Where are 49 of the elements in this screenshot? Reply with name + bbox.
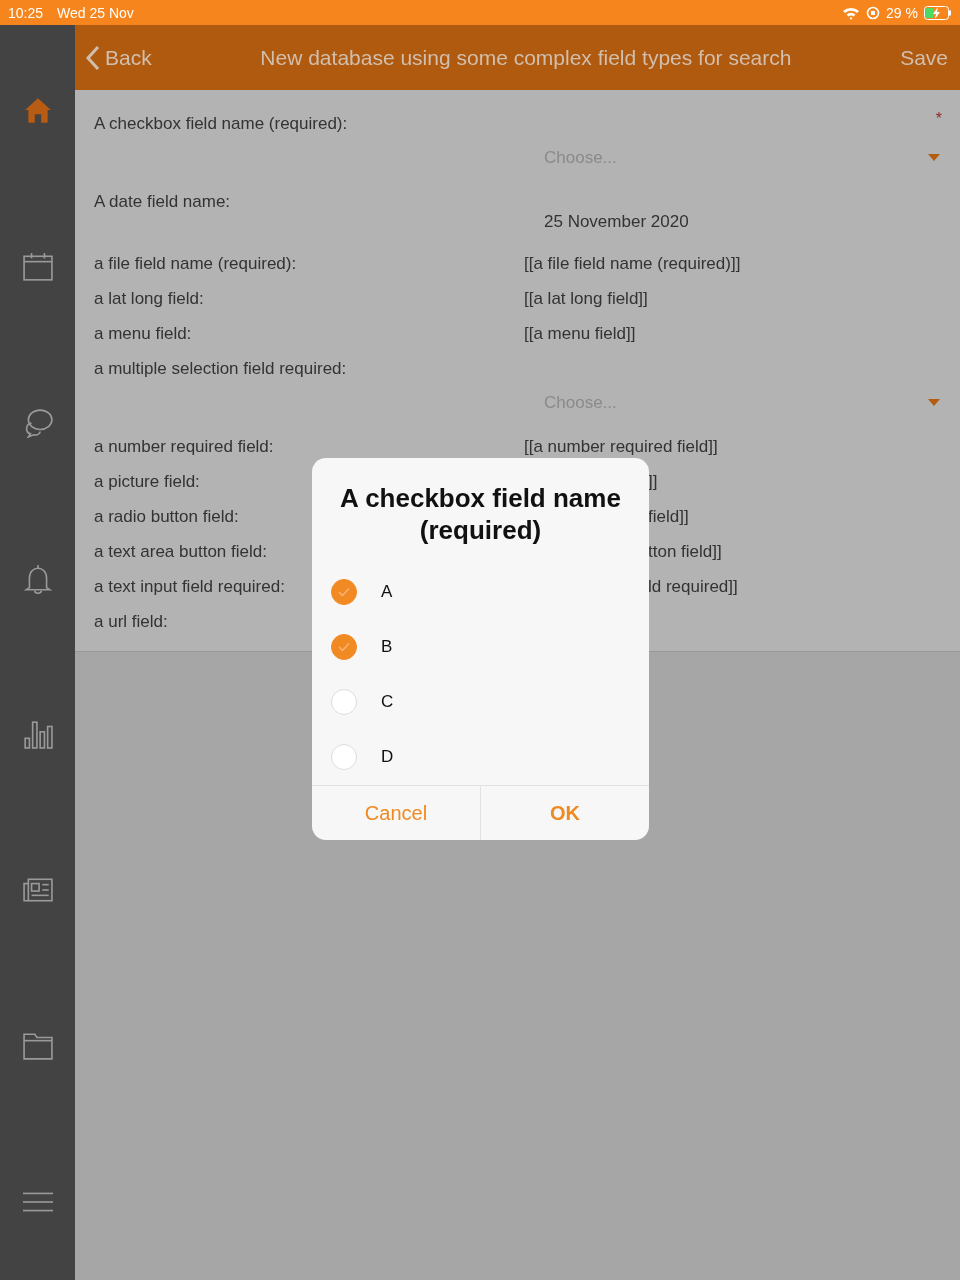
bell-icon[interactable] xyxy=(22,563,53,594)
wifi-icon xyxy=(842,5,861,20)
checkbox[interactable] xyxy=(331,578,357,605)
field-label: a text area button field: xyxy=(94,542,267,563)
required-mark: * xyxy=(935,110,942,128)
date-value[interactable]: 25 November 2020 xyxy=(544,212,689,242)
field-value: ]] xyxy=(648,472,658,493)
status-date: Wed 25 Nov xyxy=(57,4,134,21)
chevron-left-icon xyxy=(85,44,101,71)
field-label: a multiple selection field required: xyxy=(94,359,347,379)
folder-icon[interactable] xyxy=(22,1031,53,1062)
field-value: tton field]] xyxy=(648,542,722,563)
option-item[interactable]: A xyxy=(312,564,649,619)
field-value: field]] xyxy=(648,507,689,528)
field-value: [[a file field name (required)]] xyxy=(524,254,741,275)
check-icon xyxy=(338,641,350,652)
field-label: A date field name: xyxy=(94,192,231,213)
checkbox[interactable] xyxy=(331,633,357,660)
bar-chart-icon[interactable] xyxy=(22,719,53,750)
back-button[interactable]: Back xyxy=(85,44,152,71)
status-time: 10:25 xyxy=(8,4,44,21)
rotation-lock-icon xyxy=(866,5,881,20)
caret-icon xyxy=(928,399,940,407)
option-item[interactable]: B xyxy=(312,619,649,674)
field-value: [[a lat long field]] xyxy=(524,289,648,310)
field-label: a picture field: xyxy=(94,472,200,493)
field-label: a text input field required: xyxy=(94,577,285,598)
caret-icon xyxy=(928,154,940,162)
option-item[interactable]: D xyxy=(312,729,649,784)
field-label: a url field: xyxy=(94,612,168,633)
field-label: a lat long field: xyxy=(94,289,204,310)
field-label: a number required field: xyxy=(94,437,274,458)
option-item[interactable]: C xyxy=(312,674,649,729)
save-button[interactable]: Save xyxy=(900,45,948,70)
cancel-button[interactable]: Cancel xyxy=(312,786,480,840)
field-label: a radio button field: xyxy=(94,507,239,528)
field-label: a menu field: xyxy=(94,324,192,345)
field-label: a file field name (required): xyxy=(94,254,297,275)
page-title: New database using some complex field types for search xyxy=(259,45,793,70)
field-value: ld required]] xyxy=(648,577,738,598)
calendar-icon[interactable] xyxy=(22,251,53,282)
field-value: [[a menu field]] xyxy=(524,324,636,345)
battery-percent: 29 % xyxy=(886,4,918,21)
field-value: [[a number required field]] xyxy=(524,437,718,458)
battery-charging-icon xyxy=(924,5,952,20)
ok-button[interactable]: OK xyxy=(480,786,649,840)
field-label: A checkbox field name (required): xyxy=(94,114,348,134)
dialog-title: A checkbox field name (required) xyxy=(339,482,622,547)
check-icon xyxy=(338,586,350,597)
